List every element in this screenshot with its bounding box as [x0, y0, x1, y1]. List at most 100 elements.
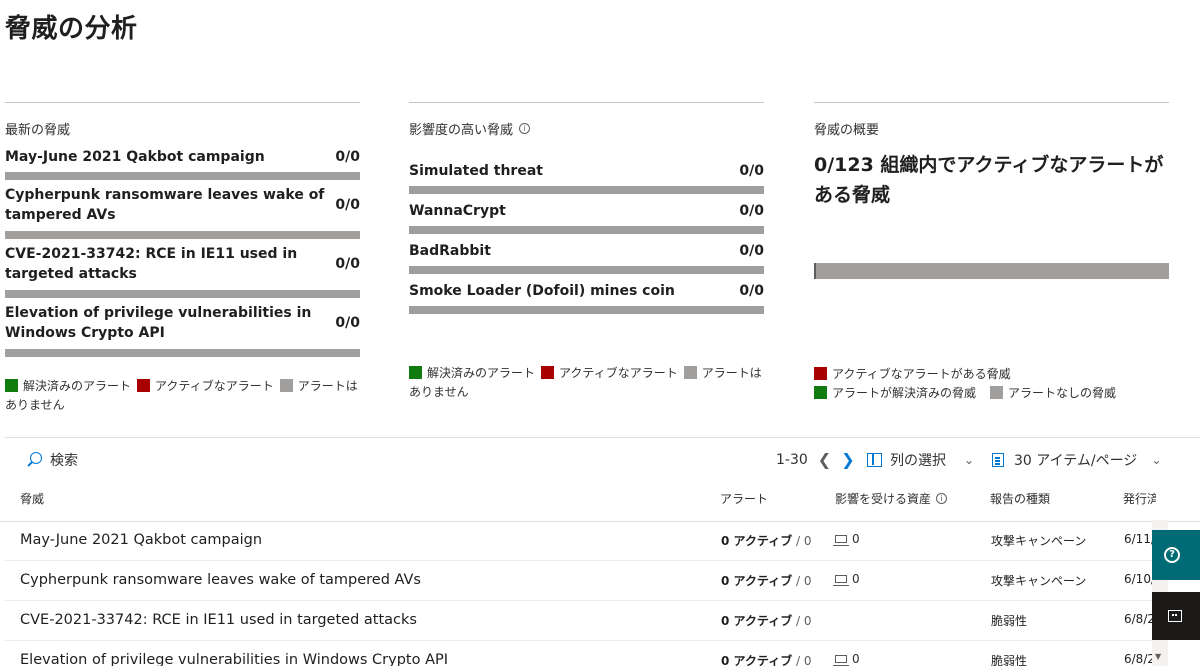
overview-title: 脅威の概要: [814, 123, 880, 138]
row-alerts: 0 アクティブ / 0: [721, 612, 812, 629]
overview-headline: 0/123 組織内でアクティブなアラートがある脅威: [814, 154, 1164, 206]
threat-alert-bar: [409, 186, 764, 194]
header-label: 影響を受ける資産: [835, 492, 932, 506]
legend-label: アクティブなアラートがある脅威: [832, 367, 1011, 381]
legend-label: 解決済みのアラート: [427, 366, 536, 380]
latest-threat-item[interactable]: CVE-2021-33742: RCE in IE11 used in targ…: [5, 242, 360, 286]
row-total-count: / 0: [796, 574, 812, 588]
header-label: 発行済: [1123, 492, 1156, 506]
threat-link[interactable]: Elevation of privilege vulnerabilities i…: [5, 303, 327, 343]
column-select-label: 列の選択: [890, 453, 946, 469]
legend-label: 解決済みのアラート: [23, 379, 132, 393]
row-asset-count: 0: [852, 652, 860, 666]
threat-count: 0/0: [739, 163, 764, 179]
device-icon: [833, 655, 849, 666]
threat-alert-bar: [409, 266, 764, 274]
row-total-count: / 0: [796, 614, 812, 628]
latest-threat-item[interactable]: May-June 2021 Qakbot campaign 0/0: [5, 146, 360, 168]
resolved-swatch: [409, 366, 422, 379]
row-active-count: 0 アクティブ: [721, 534, 793, 548]
threat-link[interactable]: WannaCrypt: [409, 201, 506, 221]
threat-link[interactable]: Smoke Loader (Dofoil) mines coin: [409, 281, 675, 301]
overview-legend: アクティブなアラートがある脅威 アラートが解決済みの脅威 アラートなしの脅威: [814, 365, 1116, 403]
chevron-down-icon: ⌄: [1151, 453, 1162, 467]
threat-link[interactable]: May-June 2021 Qakbot campaign: [5, 147, 265, 167]
column-header-report-type[interactable]: 報告の種類: [990, 490, 1050, 507]
section-divider: [5, 437, 1200, 438]
active-swatch: [541, 366, 555, 379]
table-row[interactable]: Cypherpunk ransomware leaves wake of tam…: [5, 561, 1160, 601]
threat-link[interactable]: BadRabbit: [409, 241, 491, 261]
feedback-button[interactable]: [1152, 592, 1200, 640]
impact-threat-item[interactable]: Simulated threat 0/0: [409, 160, 764, 182]
row-threat-name[interactable]: CVE-2021-33742: RCE in IE11 used in targ…: [20, 612, 417, 628]
latest-threat-item[interactable]: Elevation of privilege vulnerabilities i…: [5, 301, 360, 345]
search-icon: [26, 452, 42, 468]
table-row[interactable]: Elevation of privilege vulnerabilities i…: [5, 641, 1160, 666]
scroll-down-icon[interactable]: ▼: [1155, 652, 1161, 661]
threat-alert-bar: [5, 290, 360, 298]
row-total-count: / 0: [796, 534, 812, 548]
table-row[interactable]: CVE-2021-33742: RCE in IE11 used in targ…: [5, 601, 1160, 641]
info-icon[interactable]: i: [936, 493, 948, 504]
list-icon: [992, 453, 1004, 467]
row-alerts: 0 アクティブ / 0: [721, 652, 812, 666]
threat-alert-bar: [5, 172, 360, 180]
latest-legend: 解決済みのアラート アクティブなアラート アラートはありません: [5, 377, 360, 415]
info-icon[interactable]: i: [519, 123, 531, 134]
table-header: 脅威 アラート 影響を受ける資産 i 報告の種類 発行済: [0, 486, 1200, 522]
column-header-assets[interactable]: 影響を受ける資産 i: [835, 490, 948, 507]
active-swatch: [814, 367, 827, 380]
header-label: 報告の種類: [990, 492, 1051, 506]
row-active-count: 0 アクティブ: [721, 654, 793, 666]
threat-link[interactable]: CVE-2021-33742: RCE in IE11 used in targ…: [5, 244, 327, 284]
overview-card: 脅威の概要 0/123 組織内でアクティブなアラートがある脅威 アクティブなアラ…: [814, 102, 1169, 412]
impact-threat-item[interactable]: WannaCrypt 0/0: [409, 200, 764, 222]
impact-threats-card: 影響度の高い脅威 i Simulated threat 0/0 WannaCry…: [409, 102, 764, 402]
threat-link[interactable]: Cypherpunk ransomware leaves wake of tam…: [5, 185, 327, 225]
legend-label: アラートなしの脅威: [1008, 386, 1117, 400]
column-select-icon: [867, 453, 882, 467]
latest-threat-item[interactable]: Cypherpunk ransomware leaves wake of tam…: [5, 183, 360, 227]
help-button[interactable]: ?: [1152, 530, 1200, 580]
threat-count: 0/0: [739, 203, 764, 219]
threat-count: 0/0: [335, 315, 360, 331]
row-report-type: 攻撃キャンペーン: [991, 574, 1087, 588]
threat-alert-bar: [5, 349, 360, 357]
header-label: アラート: [720, 492, 769, 506]
row-threat-name[interactable]: Cypherpunk ransomware leaves wake of tam…: [20, 572, 421, 588]
row-active-count: 0 アクティブ: [721, 574, 793, 588]
column-header-published[interactable]: 発行済: [1123, 490, 1156, 507]
search-box[interactable]: 検索: [26, 450, 78, 470]
row-active-count: 0 アクティブ: [721, 614, 793, 628]
header-label: 脅威: [20, 492, 45, 506]
row-assets: 0: [833, 532, 860, 546]
impact-threat-item[interactable]: BadRabbit 0/0: [409, 240, 764, 262]
chevron-right-icon[interactable]: ❯: [841, 450, 854, 469]
row-alerts: 0 アクティブ / 0: [721, 532, 812, 549]
impact-threats-title: 影響度の高い脅威: [409, 123, 514, 138]
items-per-page-button[interactable]: 30 アイテム/ページ ⌄: [992, 450, 1161, 470]
chevron-left-icon[interactable]: ❮: [818, 450, 831, 469]
active-swatch: [137, 379, 151, 392]
legend-label: アクティブなアラート: [155, 379, 274, 393]
column-select-button[interactable]: 列の選択 ⌄: [867, 450, 974, 470]
row-threat-name[interactable]: Elevation of privilege vulnerabilities i…: [20, 652, 448, 666]
threat-count: 0/0: [335, 149, 360, 165]
column-header-alerts[interactable]: アラート: [720, 490, 768, 507]
threat-alert-bar: [409, 306, 764, 314]
table-row[interactable]: May-June 2021 Qakbot campaign 0 アクティブ / …: [5, 521, 1160, 561]
row-report-type: 脆弱性: [991, 654, 1028, 666]
row-asset-count: 0: [852, 572, 860, 586]
row-threat-name[interactable]: May-June 2021 Qakbot campaign: [20, 532, 262, 548]
impact-threat-item[interactable]: Smoke Loader (Dofoil) mines coin 0/0: [409, 280, 764, 302]
threat-count: 0/0: [335, 256, 360, 272]
legend-label: アラートが解決済みの脅威: [832, 386, 977, 400]
row-asset-count: 0: [852, 532, 860, 546]
column-header-threat[interactable]: 脅威: [20, 490, 44, 507]
chevron-down-icon: ⌄: [964, 453, 975, 467]
threat-link[interactable]: Simulated threat: [409, 161, 543, 181]
row-report-type: 攻撃キャンペーン: [991, 534, 1087, 548]
resolved-swatch: [814, 386, 827, 399]
row-total-count: / 0: [796, 654, 812, 666]
